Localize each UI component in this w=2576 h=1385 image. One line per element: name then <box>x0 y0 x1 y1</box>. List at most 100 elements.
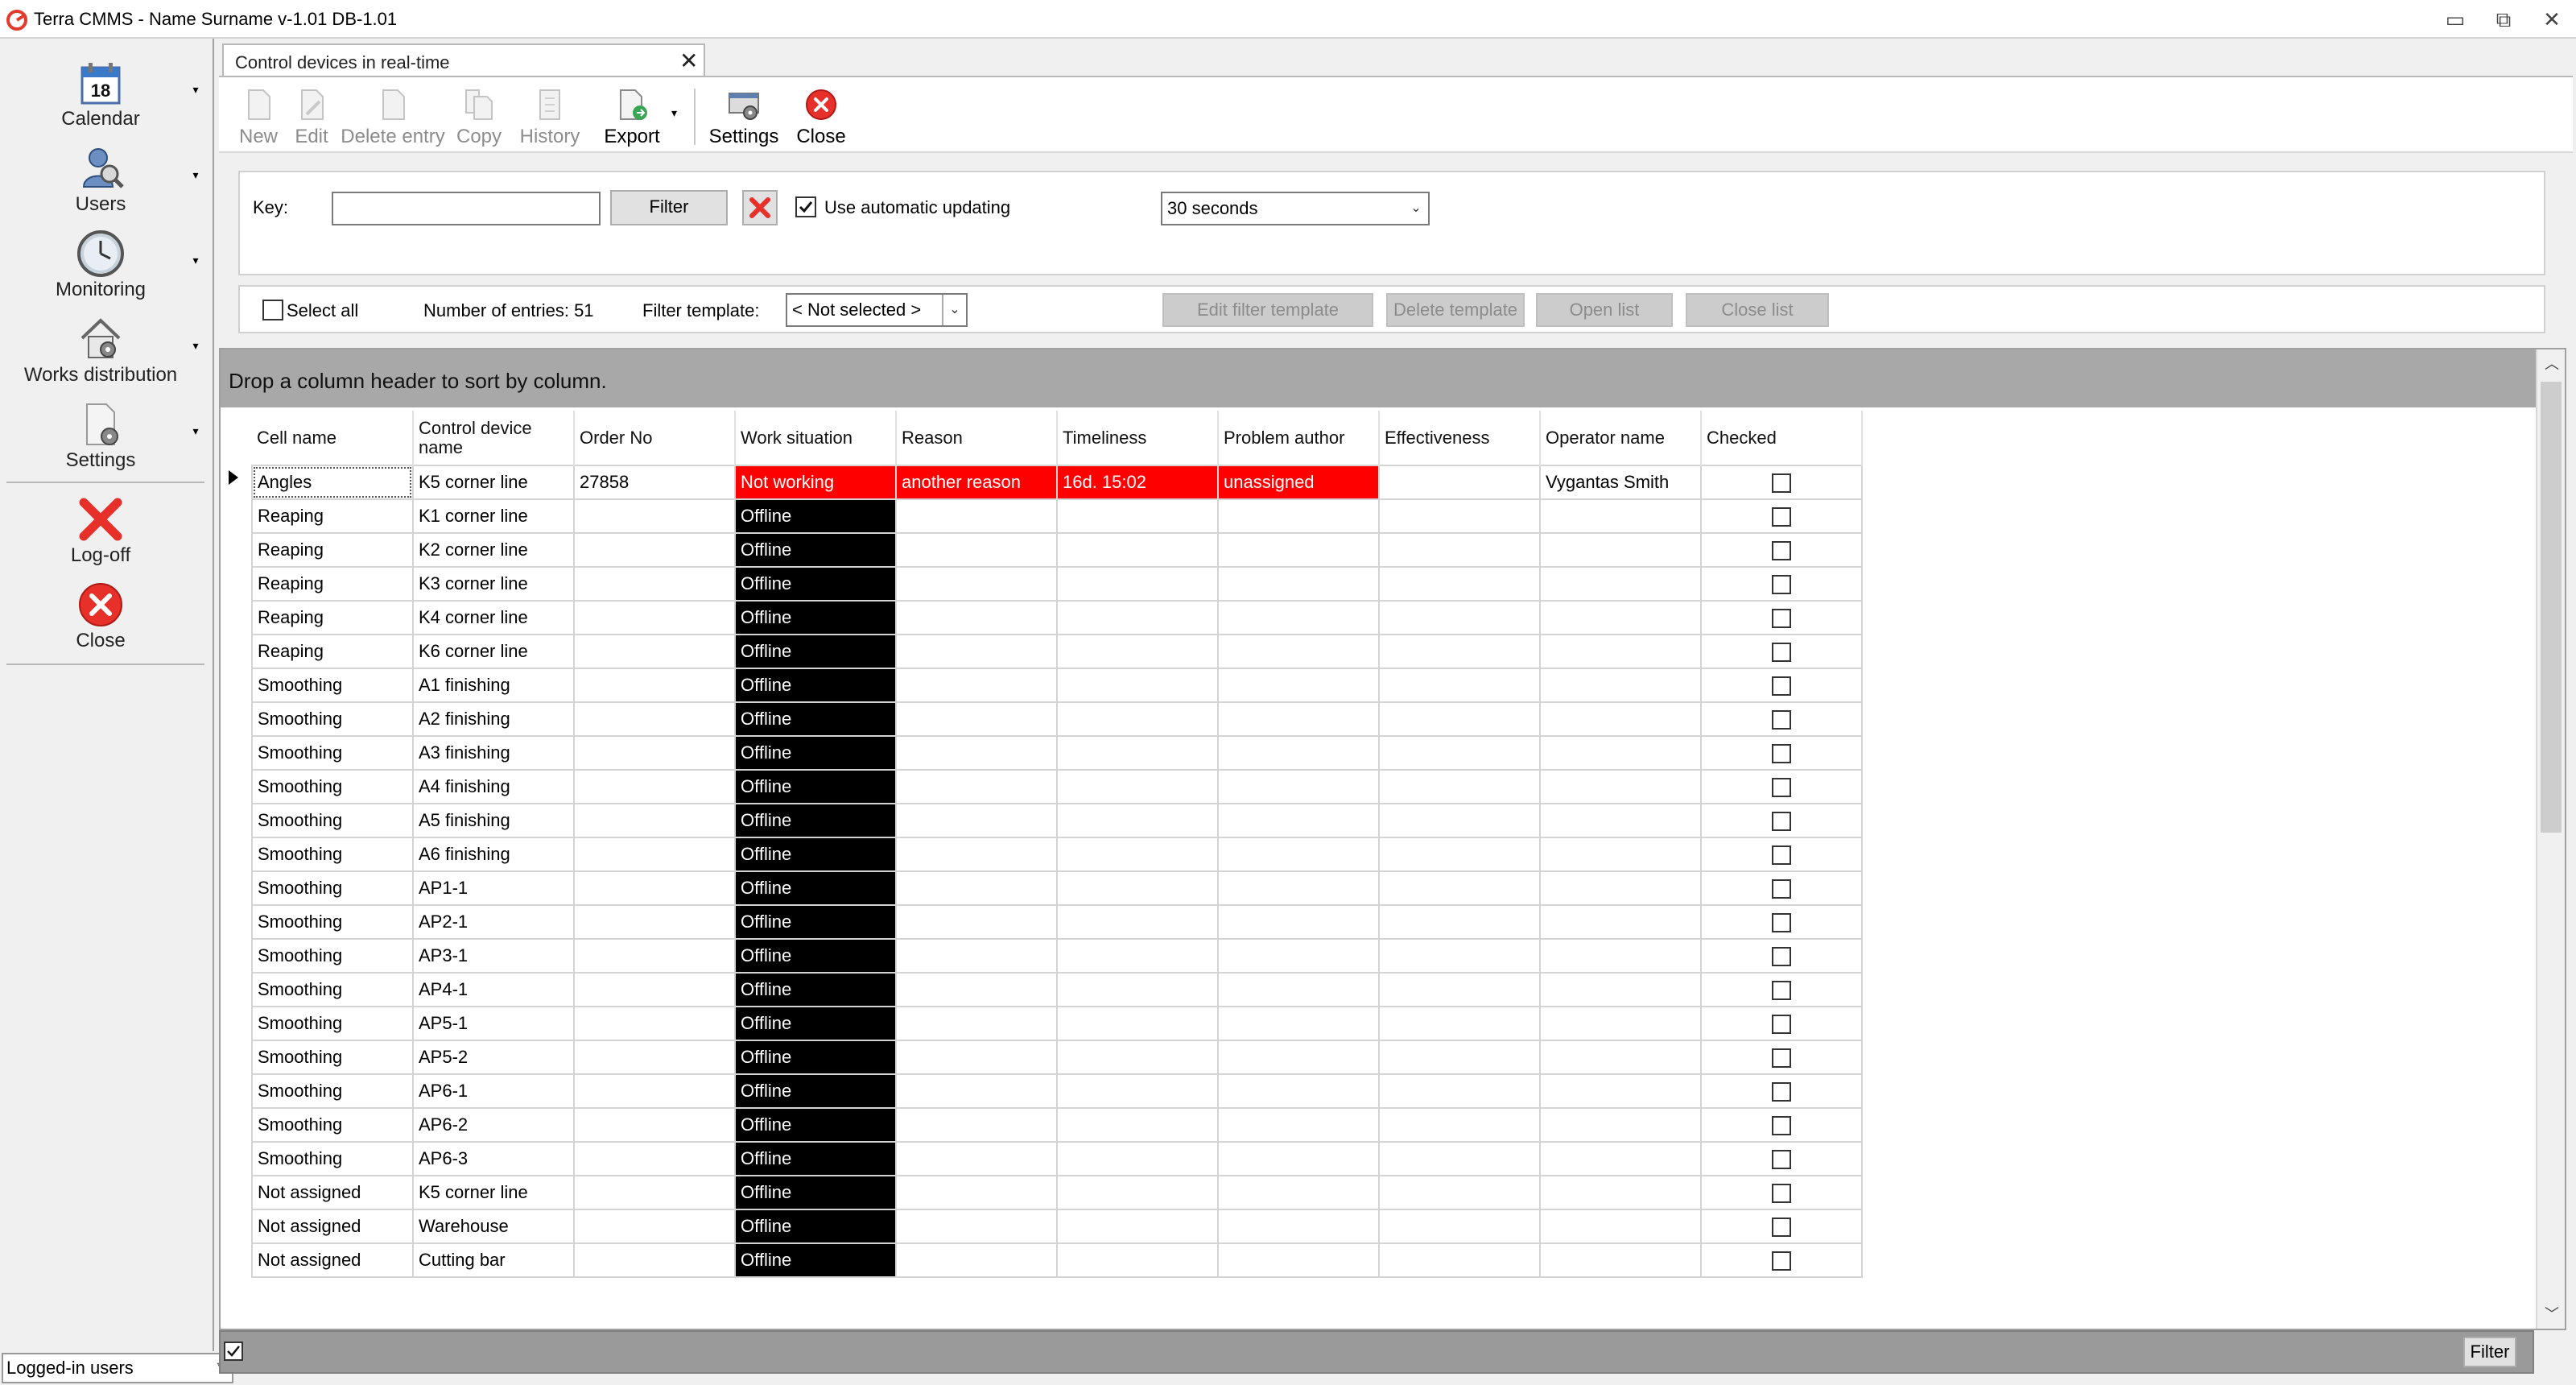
column-header-order-no[interactable]: Order No <box>574 411 736 465</box>
table-row[interactable]: Smoothing A6 finishing Offline <box>251 837 1863 872</box>
table-row[interactable]: Smoothing AP2-1 Offline <box>251 904 1863 940</box>
order-no-cell[interactable] <box>573 904 736 940</box>
table-row[interactable]: Smoothing AP5-2 Offline <box>251 1040 1863 1075</box>
operator-name-cell[interactable] <box>1539 532 1702 568</box>
order-no-cell[interactable] <box>573 634 736 669</box>
work-situation-cell[interactable]: Offline <box>734 1073 897 1109</box>
device-name-cell[interactable]: K1 corner line <box>412 498 575 534</box>
work-situation-cell[interactable]: Offline <box>734 938 897 974</box>
device-name-cell[interactable]: A1 finishing <box>412 668 575 703</box>
device-name-cell[interactable]: K2 corner line <box>412 532 575 568</box>
sidebar-item-monitoring[interactable]: Monitoring ▾ <box>0 221 209 306</box>
device-name-cell[interactable]: K4 corner line <box>412 600 575 635</box>
reason-cell[interactable] <box>895 532 1058 568</box>
order-no-cell[interactable] <box>573 1006 736 1041</box>
timeliness-cell[interactable] <box>1056 1141 1219 1176</box>
timeliness-cell[interactable] <box>1056 634 1219 669</box>
tab-close-icon[interactable]: ✕ <box>679 50 698 72</box>
order-no-cell[interactable] <box>573 701 736 737</box>
sidebar-item-users[interactable]: Users ▾ <box>0 135 209 221</box>
operator-name-cell[interactable] <box>1539 701 1702 737</box>
effectiveness-cell[interactable] <box>1378 803 1541 838</box>
scroll-up-icon[interactable]: ︿ <box>2537 349 2566 378</box>
work-situation-cell[interactable]: Offline <box>734 1209 897 1244</box>
device-name-cell[interactable]: A2 finishing <box>412 701 575 737</box>
column-header-effectiveness[interactable]: Effectiveness <box>1379 411 1541 465</box>
effectiveness-cell[interactable] <box>1378 904 1541 940</box>
table-row[interactable]: Smoothing A2 finishing Offline <box>251 701 1863 737</box>
problem-author-cell[interactable] <box>1217 701 1380 737</box>
delete-template-button[interactable]: Delete template <box>1386 293 1525 327</box>
checked-checkbox[interactable] <box>1772 1218 1791 1238</box>
device-name-cell[interactable]: AP4-1 <box>412 972 575 1007</box>
table-row[interactable]: Reaping K3 corner line Offline <box>251 566 1863 602</box>
cell-name-cell[interactable]: Smoothing <box>251 972 414 1007</box>
operator-name-cell[interactable] <box>1539 803 1702 838</box>
problem-author-cell[interactable] <box>1217 634 1380 669</box>
order-no-cell[interactable] <box>573 972 736 1007</box>
timeliness-cell[interactable] <box>1056 532 1219 568</box>
table-row[interactable]: Not assigned Warehouse Offline <box>251 1209 1863 1244</box>
device-name-cell[interactable]: A5 finishing <box>412 803 575 838</box>
reason-cell[interactable] <box>895 1040 1058 1075</box>
device-name-cell[interactable]: Warehouse <box>412 1209 575 1244</box>
timeliness-cell[interactable] <box>1056 1175 1219 1210</box>
history-button[interactable]: History <box>512 82 588 151</box>
reason-cell[interactable] <box>895 938 1058 974</box>
column-header-device-name[interactable]: Control device name <box>413 411 575 465</box>
cell-name-cell[interactable]: Reaping <box>251 566 414 602</box>
work-situation-cell[interactable]: Not working <box>734 465 897 500</box>
sidebar-item-works-distribution[interactable]: Works distribution ▾ <box>0 306 209 391</box>
reason-cell[interactable] <box>895 1006 1058 1041</box>
device-name-cell[interactable]: AP5-1 <box>412 1006 575 1041</box>
order-no-cell[interactable] <box>573 1040 736 1075</box>
work-situation-cell[interactable]: Offline <box>734 1141 897 1176</box>
cell-name-cell[interactable]: Reaping <box>251 532 414 568</box>
column-header-timeliness[interactable]: Timeliness <box>1057 411 1219 465</box>
problem-author-cell[interactable] <box>1217 837 1380 872</box>
checked-checkbox[interactable] <box>1772 643 1791 663</box>
reason-cell[interactable] <box>895 735 1058 771</box>
work-situation-cell[interactable]: Offline <box>734 532 897 568</box>
timeliness-cell[interactable] <box>1056 1242 1219 1278</box>
work-situation-cell[interactable]: Offline <box>734 972 897 1007</box>
problem-author-cell[interactable] <box>1217 1141 1380 1176</box>
order-no-cell[interactable] <box>573 566 736 602</box>
checked-checkbox[interactable] <box>1772 845 1791 866</box>
device-name-cell[interactable]: K5 corner line <box>412 465 575 500</box>
timeliness-cell[interactable] <box>1056 769 1219 804</box>
problem-author-cell[interactable] <box>1217 803 1380 838</box>
work-situation-cell[interactable]: Offline <box>734 566 897 602</box>
timeliness-cell[interactable] <box>1056 803 1219 838</box>
filter-enabled-checkbox[interactable] <box>224 1342 243 1361</box>
effectiveness-cell[interactable] <box>1378 498 1541 534</box>
dropdown-arrow-icon[interactable]: ▾ <box>188 338 203 353</box>
table-row[interactable]: Not assigned Cutting bar Offline <box>251 1242 1863 1278</box>
effectiveness-cell[interactable] <box>1378 600 1541 635</box>
effectiveness-cell[interactable] <box>1378 701 1541 737</box>
timeliness-cell[interactable] <box>1056 1073 1219 1109</box>
problem-author-cell[interactable] <box>1217 1242 1380 1278</box>
work-situation-cell[interactable]: Offline <box>734 904 897 940</box>
dropdown-arrow-icon[interactable]: ▾ <box>188 167 203 182</box>
checked-checkbox[interactable] <box>1772 710 1791 730</box>
checked-checkbox[interactable] <box>1772 812 1791 832</box>
problem-author-cell[interactable] <box>1217 735 1380 771</box>
effectiveness-cell[interactable] <box>1378 1006 1541 1041</box>
minimize-button[interactable]: ▭ <box>2439 6 2471 32</box>
work-situation-cell[interactable]: Offline <box>734 1040 897 1075</box>
checked-checkbox[interactable] <box>1772 1048 1791 1069</box>
problem-author-cell[interactable] <box>1217 1006 1380 1041</box>
problem-author-cell[interactable] <box>1217 938 1380 974</box>
device-name-cell[interactable]: K5 corner line <box>412 1175 575 1210</box>
work-situation-cell[interactable]: Offline <box>734 837 897 872</box>
effectiveness-cell[interactable] <box>1378 1107 1541 1143</box>
order-no-cell[interactable]: 27858 <box>573 465 736 500</box>
table-row[interactable]: Angles K5 corner line 27858 Not working anot… <box>251 465 1863 500</box>
checked-checkbox[interactable] <box>1772 541 1791 561</box>
column-header-work-situation[interactable]: Work situation <box>735 411 897 465</box>
reason-cell[interactable] <box>895 1209 1058 1244</box>
problem-author-cell[interactable] <box>1217 1175 1380 1210</box>
timeliness-cell[interactable] <box>1056 668 1219 703</box>
device-name-cell[interactable]: AP6-1 <box>412 1073 575 1109</box>
